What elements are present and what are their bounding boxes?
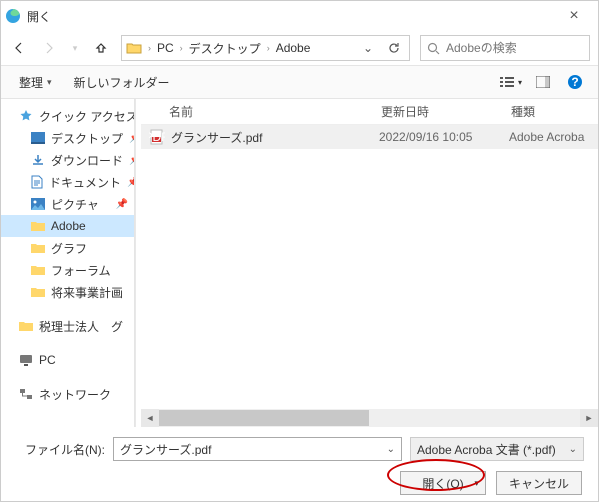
pin-icon: 📌 xyxy=(127,177,135,188)
sidebar-label: デスクトップ xyxy=(51,130,123,147)
view-options-button[interactable]: ▾ xyxy=(498,71,524,93)
folder-icon xyxy=(19,320,33,332)
sidebar-item-pictures[interactable]: ピクチャ 📌 xyxy=(1,193,134,215)
pin-icon: 📌 xyxy=(116,199,128,210)
pc-icon xyxy=(19,354,33,366)
sidebar-label: 税理士法人 グ xyxy=(39,318,123,335)
refresh-button[interactable] xyxy=(383,41,405,55)
footer: ファイル名(N): ⌄ Adobe Acroba 文書 (*.pdf) ⌄ 開く… xyxy=(1,427,598,495)
filename-field[interactable]: ⌄ xyxy=(113,437,402,461)
sidebar-item-desktop[interactable]: デスクトップ📌 xyxy=(1,127,134,149)
sidebar-label: 将来事業計画 xyxy=(51,284,123,301)
sidebar-item-downloads[interactable]: ダウンロード📌 xyxy=(1,149,134,171)
scroll-thumb[interactable] xyxy=(159,410,369,426)
chevron-down-icon[interactable]: ▾ xyxy=(474,478,479,489)
sidebar-item-pc[interactable]: PC xyxy=(1,349,134,371)
help-button[interactable]: ? xyxy=(562,71,588,93)
col-name[interactable]: 名前 xyxy=(149,103,381,120)
sidebar-label: ピクチャ xyxy=(51,196,99,213)
toolbar: 整理▾ 新しいフォルダー ▾ ? xyxy=(1,65,598,99)
download-icon xyxy=(31,154,45,166)
svg-text:?: ? xyxy=(571,75,578,89)
preview-pane-button[interactable] xyxy=(530,71,556,93)
search-box[interactable] xyxy=(420,35,590,61)
open-button[interactable]: 開く(O) ▾ xyxy=(400,471,486,495)
sidebar-item-extra[interactable]: 税理士法人 グ xyxy=(1,315,134,337)
new-folder-button[interactable]: 新しいフォルダー xyxy=(66,70,178,95)
sidebar-label: Adobe xyxy=(51,219,86,233)
pictures-icon xyxy=(31,198,45,210)
sidebar-label: PC xyxy=(39,353,56,367)
file-list[interactable]: PDF グランサーズ.pdf 2022/09/16 10:05 Adobe Ac… xyxy=(141,125,598,409)
open-button-label: 開く(O) xyxy=(422,475,463,492)
star-icon xyxy=(19,109,33,123)
title-bar: 開く × xyxy=(1,1,598,31)
sidebar-item-future-plan[interactable]: 将来事業計画 xyxy=(1,281,134,303)
sidebar-item-forum[interactable]: フォーラム xyxy=(1,259,134,281)
col-type[interactable]: 種類 xyxy=(511,103,598,120)
crumb-pc[interactable]: PC xyxy=(157,41,174,55)
pdf-icon: PDF xyxy=(149,129,165,145)
file-type: Adobe Acroba xyxy=(509,130,598,144)
search-input[interactable] xyxy=(446,41,599,55)
crumb-adobe[interactable]: Adobe xyxy=(276,41,311,55)
horizontal-scrollbar[interactable]: ◄ ► xyxy=(141,409,598,427)
sidebar-label: ネットワーク xyxy=(39,386,111,403)
nav-bar: ▾ › PC › デスクトップ › Adobe ⌄ xyxy=(1,31,598,65)
sidebar-item-network[interactable]: ネットワーク xyxy=(1,383,134,405)
back-button[interactable] xyxy=(9,38,29,58)
close-button[interactable]: × xyxy=(554,7,594,25)
filename-input[interactable] xyxy=(120,442,387,456)
up-button[interactable] xyxy=(91,38,111,58)
column-headers: 名前 更新日時 種類 xyxy=(141,99,598,125)
chevron-down-icon[interactable]: ⌄ xyxy=(569,444,577,455)
crumb-desktop[interactable]: デスクトップ xyxy=(189,40,261,57)
scroll-track[interactable] xyxy=(159,409,580,427)
chevron-right-icon[interactable]: › xyxy=(146,43,153,53)
sidebar-label: グラフ xyxy=(51,240,87,257)
svg-text:PDF: PDF xyxy=(149,130,165,144)
forward-button[interactable] xyxy=(39,38,59,58)
filename-label: ファイル名(N): xyxy=(15,441,105,458)
address-bar[interactable]: › PC › デスクトップ › Adobe ⌄ xyxy=(121,35,410,61)
sidebar-item-adobe[interactable]: Adobe xyxy=(1,215,134,237)
sidebar-label: クイック アクセス xyxy=(39,108,135,125)
sidebar-label: ドキュメント xyxy=(49,174,121,191)
desktop-icon xyxy=(31,132,45,144)
document-icon xyxy=(31,175,43,189)
scroll-left-button[interactable]: ◄ xyxy=(141,409,159,427)
file-list-panel: 名前 更新日時 種類 PDF グランサーズ.pdf 2022/09/16 10:… xyxy=(141,99,598,427)
edge-icon xyxy=(5,8,21,24)
sidebar-label: ダウンロード xyxy=(51,152,123,169)
filter-label: Adobe Acroba 文書 (*.pdf) xyxy=(417,441,556,458)
cancel-button[interactable]: キャンセル xyxy=(496,471,582,495)
recent-dropdown[interactable]: ▾ xyxy=(69,38,81,58)
network-icon xyxy=(19,388,33,400)
scroll-right-button[interactable]: ► xyxy=(580,409,598,427)
sidebar-label: フォーラム xyxy=(51,262,111,279)
col-date[interactable]: 更新日時 xyxy=(381,103,511,120)
folder-icon xyxy=(31,220,45,232)
file-row[interactable]: PDF グランサーズ.pdf 2022/09/16 10:05 Adobe Ac… xyxy=(141,125,598,149)
sidebar: クイック アクセス デスクトップ📌 ダウンロード📌 ドキュメント📌 ピクチャ📌 … xyxy=(1,99,135,427)
sidebar-item-graph[interactable]: グラフ xyxy=(1,237,134,259)
sidebar-item-documents[interactable]: ドキュメント 📌 xyxy=(1,171,134,193)
main-area: クイック アクセス デスクトップ📌 ダウンロード📌 ドキュメント📌 ピクチャ📌 … xyxy=(1,99,598,427)
organize-button[interactable]: 整理▾ xyxy=(11,70,60,95)
folder-icon xyxy=(31,286,45,298)
chevron-right-icon[interactable]: › xyxy=(178,43,185,53)
search-icon xyxy=(427,42,440,55)
folder-icon xyxy=(126,41,142,55)
address-dropdown[interactable]: ⌄ xyxy=(357,41,379,55)
file-type-filter[interactable]: Adobe Acroba 文書 (*.pdf) ⌄ xyxy=(410,437,584,461)
chevron-down-icon[interactable]: ⌄ xyxy=(387,444,395,455)
chevron-right-icon[interactable]: › xyxy=(265,43,272,53)
file-date: 2022/09/16 10:05 xyxy=(379,130,509,144)
file-name: グランサーズ.pdf xyxy=(171,129,379,146)
cancel-button-label: キャンセル xyxy=(509,475,569,492)
window-title: 開く xyxy=(27,8,51,25)
folder-icon xyxy=(31,264,45,276)
sidebar-quick-access[interactable]: クイック アクセス xyxy=(1,105,134,127)
folder-icon xyxy=(31,242,45,254)
